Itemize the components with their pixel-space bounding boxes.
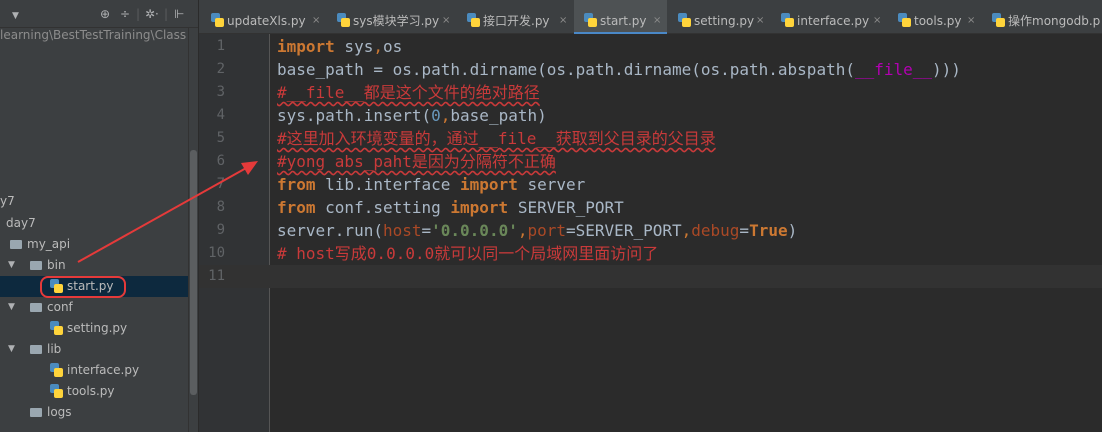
tree-item-label: bin [47, 258, 66, 272]
tree-item-y7[interactable]: y7 [0, 191, 188, 212]
code-line-3[interactable]: #__file__都是这个文件的绝对路径 [277, 81, 540, 104]
gear-icon[interactable]: ✲· [145, 8, 159, 20]
tab-label: tools.py [914, 14, 962, 28]
gutter-divider [269, 34, 270, 432]
tree-folder-logs[interactable]: logs [0, 402, 188, 423]
editor-tab[interactable]: start.py × [574, 0, 667, 34]
project-path: learning\BestTestTraining\Class [0, 28, 187, 42]
close-icon[interactable]: × [873, 0, 881, 42]
tree-item-label: interface.py [67, 363, 140, 377]
tree-item-day7[interactable]: day7 [0, 213, 188, 234]
tab-label: setting.py [694, 14, 755, 28]
line-number: 7 [216, 176, 225, 192]
folder-icon [30, 303, 42, 312]
tree-file-setting-py[interactable]: setting.py [0, 318, 188, 339]
line-number: 9 [216, 222, 225, 238]
tree-folder-my-api[interactable]: my_api [0, 234, 188, 255]
dropdown-icon[interactable]: ▼ [12, 10, 19, 22]
code-line-5[interactable]: #这里加入环境变量的，通过__file__获取到父目录的父目录 [277, 127, 716, 150]
python-file-icon [50, 363, 63, 377]
project-toolbar: ▼ ⊕ ÷ | ✲· | ⊩ [0, 0, 198, 28]
tree-item-label: y7 [0, 194, 15, 208]
line-number: 11 [208, 268, 225, 284]
close-icon[interactable]: × [756, 0, 764, 42]
tree-item-label: day7 [6, 216, 36, 230]
tab-label: 操作mongodb.p [1008, 14, 1101, 28]
python-file-icon [50, 384, 63, 398]
expand-arrow-icon[interactable]: ▼ [8, 339, 15, 360]
editor-tab[interactable]: sys模块学习.py × [327, 0, 456, 34]
code-line-6[interactable]: #yong abs_paht是因为分隔符不正确 [277, 150, 556, 173]
tree-item-label: lib [47, 342, 62, 356]
toolbar-divider: | [164, 7, 169, 21]
line-number: 8 [216, 199, 225, 215]
python-file-icon [467, 13, 480, 27]
project-panel: ▼ ⊕ ÷ | ✲· | ⊩ learning\BestTestTraining… [0, 0, 198, 432]
code-line-8[interactable]: from conf.setting import SERVER_PORT [277, 196, 624, 219]
expand-arrow-icon[interactable]: ▼ [8, 297, 15, 318]
current-line-highlight [199, 265, 1102, 288]
line-number: 3 [216, 84, 225, 100]
close-icon[interactable]: × [653, 0, 661, 42]
tree-item-label: conf [47, 300, 73, 314]
tab-label: start.py [600, 14, 647, 28]
line-number: 1 [216, 38, 225, 54]
python-file-icon [992, 13, 1005, 27]
tree-folder-lib[interactable]: ▼ lib [0, 339, 188, 360]
tree-item-label: tools.py [67, 384, 115, 398]
editor-tab[interactable]: 操作mongodb.p [982, 0, 1100, 34]
tree-file-interface-py[interactable]: interface.py [0, 360, 188, 381]
annotation-highlight [40, 276, 126, 298]
line-number: 5 [216, 130, 225, 146]
editor-tab[interactable]: updateXls.py × [201, 0, 326, 34]
code-line-1[interactable]: import sys,os [277, 35, 402, 58]
target-icon[interactable]: ⊕ [100, 8, 110, 20]
code-line-10[interactable]: # host写成0.0.0.0就可以同一个局域网里面访问了 [277, 242, 658, 265]
python-file-icon [211, 13, 224, 27]
editor-tab[interactable]: 接口开发.py × [457, 0, 573, 34]
toolbar-divider: | [136, 7, 141, 21]
python-file-icon [781, 13, 794, 27]
code-line-7[interactable]: from lib.interface import server [277, 173, 585, 196]
editor-tab[interactable]: setting.py × [668, 0, 770, 34]
code-line-4[interactable]: sys.path.insert(0,base_path) [277, 104, 547, 127]
line-number: 10 [208, 245, 225, 261]
code-editor: updateXls.py × sys模块学习.py × 接口开发.py × start.py… [199, 0, 1102, 432]
line-number: 2 [216, 61, 225, 77]
tree-item-label: logs [47, 405, 72, 419]
tree-file-tools-py[interactable]: tools.py [0, 381, 188, 402]
close-icon[interactable]: × [559, 0, 567, 42]
python-file-icon [678, 13, 691, 27]
editor-tab-bar: updateXls.py × sys模块学习.py × 接口开发.py × start.py… [199, 0, 1102, 34]
expand-arrow-icon[interactable]: ▼ [8, 255, 15, 276]
collapse-all-icon[interactable]: ÷ [120, 8, 130, 20]
line-number: 6 [216, 153, 225, 169]
hide-icon[interactable]: ⊩ [174, 8, 184, 20]
tab-label: 接口开发.py [483, 14, 550, 28]
editor-tab[interactable]: interface.py × [771, 0, 887, 34]
python-file-icon [584, 13, 597, 27]
code-line-2[interactable]: base_path = os.path.dirname(os.path.dirn… [277, 58, 961, 81]
folder-icon [30, 408, 42, 417]
python-file-icon [898, 13, 911, 27]
close-icon[interactable]: × [442, 0, 450, 42]
tree-folder-bin[interactable]: ▼ bin [0, 255, 188, 276]
line-number: 4 [216, 107, 225, 123]
tree-item-label: my_api [27, 237, 71, 251]
scrollbar-thumb[interactable] [190, 150, 197, 395]
tree-item-label: setting.py [67, 321, 128, 335]
editor-tab[interactable]: tools.py × [888, 0, 981, 34]
folder-icon [30, 261, 42, 270]
tab-label: interface.py [797, 14, 870, 28]
folder-icon [10, 240, 22, 249]
close-icon[interactable]: × [967, 0, 975, 42]
tree-folder-conf[interactable]: ▼ conf [0, 297, 188, 318]
python-file-icon [337, 13, 350, 27]
code-line-9[interactable]: server.run(host='0.0.0.0',port=SERVER_PO… [277, 219, 797, 242]
folder-icon [30, 345, 42, 354]
python-file-icon [50, 321, 63, 335]
